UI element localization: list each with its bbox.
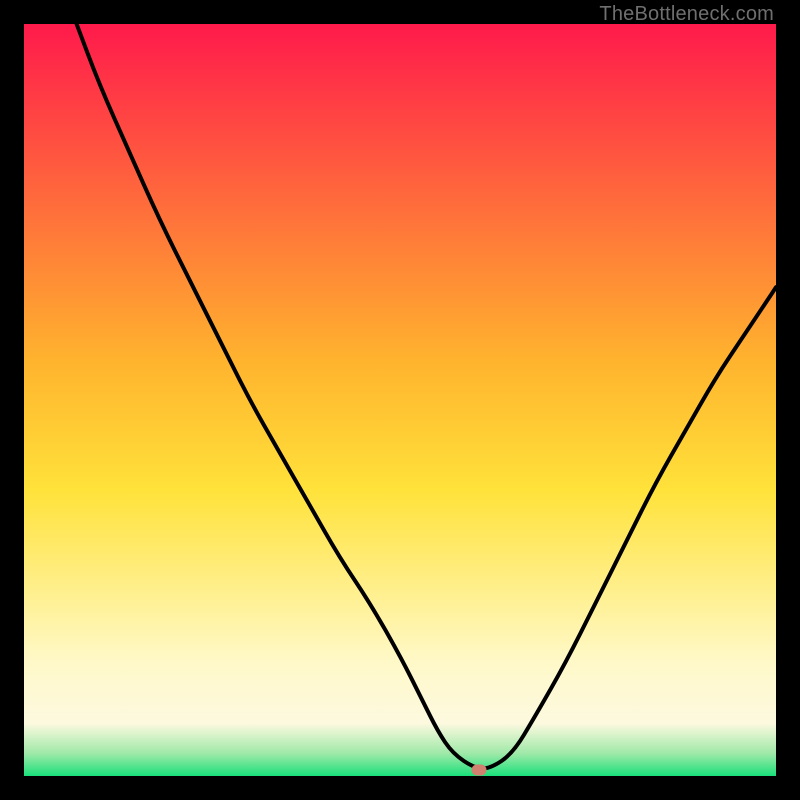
optimum-marker	[471, 764, 486, 775]
bottleneck-curve	[24, 24, 776, 776]
watermark-text: TheBottleneck.com	[599, 3, 774, 26]
chart-frame: TheBottleneck.com	[0, 0, 800, 800]
plot-area	[24, 24, 776, 776]
